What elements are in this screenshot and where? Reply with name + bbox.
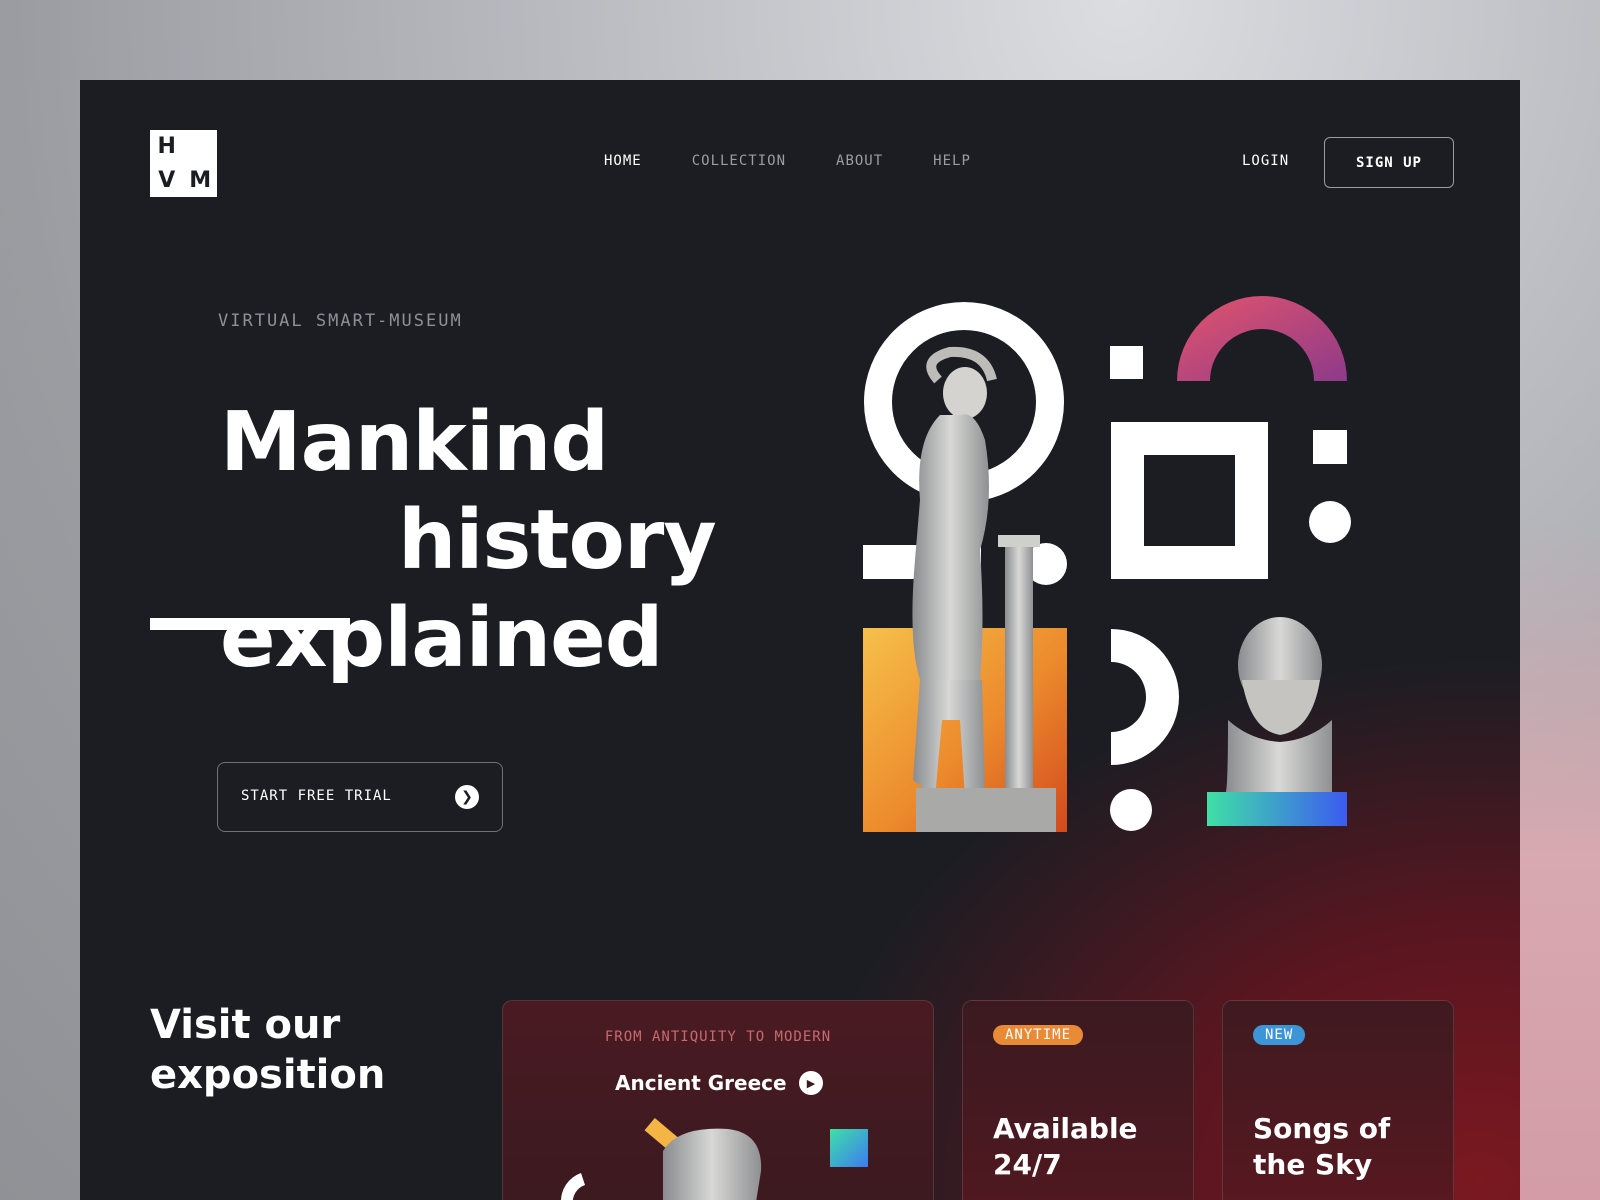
card-title-line-2: the Sky bbox=[1253, 1148, 1373, 1182]
card-title-line-1: Songs of bbox=[1253, 1112, 1391, 1145]
arc-shape bbox=[1177, 296, 1347, 381]
small-square-shape-2 bbox=[1313, 430, 1347, 464]
card-artwork bbox=[561, 1118, 868, 1200]
exposition-title-line-1: Visit our bbox=[150, 1002, 341, 1048]
dot-shape-3 bbox=[1110, 789, 1152, 831]
dot-shape-2 bbox=[1309, 501, 1351, 543]
card-title-line-2: 24/7 bbox=[993, 1148, 1062, 1182]
card-title: Available 24/7 bbox=[993, 1111, 1138, 1184]
head-sculpture bbox=[663, 1128, 762, 1200]
gradient-square-shape bbox=[830, 1129, 868, 1167]
small-square-shape bbox=[1110, 346, 1143, 379]
gradient-pedestal-shape bbox=[1207, 792, 1347, 826]
anytime-badge: ANYTIME bbox=[993, 1025, 1084, 1045]
card-title-line-1: Available bbox=[993, 1112, 1138, 1145]
exposition-card-ancient-greece[interactable]: FROM ANTIQUITY TO MODERN Ancient Greece … bbox=[502, 1000, 934, 1200]
exposition-title: Visit our exposition bbox=[150, 1000, 385, 1100]
half-ring-shape bbox=[1111, 629, 1179, 765]
exposition-card-songs-of-the-sky[interactable]: NEW Songs of the Sky bbox=[1222, 1000, 1454, 1200]
exposition-title-line-2: exposition bbox=[150, 1052, 386, 1098]
bust-figure bbox=[1226, 617, 1332, 792]
white-arc-shape bbox=[561, 1173, 585, 1200]
exposition-card-available[interactable]: ANYTIME Available 24/7 bbox=[962, 1000, 1194, 1200]
card-title: Songs of the Sky bbox=[1253, 1111, 1390, 1184]
new-badge: NEW bbox=[1253, 1025, 1306, 1045]
landing-page: H V M HOME COLLECTION ABOUT HELP LOGIN S… bbox=[80, 80, 1520, 1200]
